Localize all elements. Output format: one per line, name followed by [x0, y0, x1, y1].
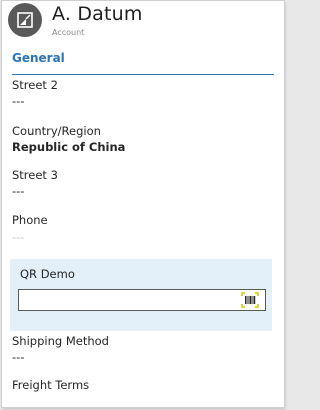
- field-phone[interactable]: Phone ---: [12, 212, 274, 245]
- country-region-label: Country/Region: [12, 124, 101, 138]
- shipping-method-value: ---: [12, 350, 25, 364]
- record-type: Account: [52, 28, 85, 37]
- qr-demo-field: QR Demo: [10, 259, 272, 331]
- field-street-2[interactable]: Street 2 ---: [12, 77, 274, 109]
- account-icon: [17, 12, 33, 28]
- qr-demo-label: QR Demo: [20, 267, 75, 281]
- field-street-3[interactable]: Street 3 ---: [12, 167, 274, 199]
- barcode-scan-icon[interactable]: [241, 292, 259, 308]
- tab-general[interactable]: General: [12, 51, 65, 65]
- field-shipping-method[interactable]: Shipping Method ---: [12, 333, 274, 365]
- freight-terms-label: Freight Terms: [12, 378, 90, 392]
- shipping-method-label: Shipping Method: [12, 334, 109, 348]
- account-avatar[interactable]: [8, 3, 42, 37]
- street-3-value: ---: [12, 184, 25, 198]
- record-title: A. Datum: [52, 3, 143, 25]
- phone-label: Phone: [12, 213, 48, 227]
- street-3-label: Street 3: [12, 168, 58, 182]
- field-country-region[interactable]: Country/Region Republic of China: [12, 123, 274, 155]
- street-2-value: ---: [12, 94, 25, 108]
- record-header: A. Datum Account: [8, 3, 278, 39]
- form-window: A. Datum Account General Street 2 --- Co…: [2, 1, 284, 407]
- phone-value: ---: [12, 230, 25, 244]
- street-2-label: Street 2: [12, 78, 58, 92]
- field-freight-terms[interactable]: Freight Terms: [12, 377, 274, 393]
- tab-underline: [12, 74, 274, 75]
- qr-demo-input[interactable]: [18, 289, 266, 311]
- country-region-value: Republic of China: [12, 140, 126, 154]
